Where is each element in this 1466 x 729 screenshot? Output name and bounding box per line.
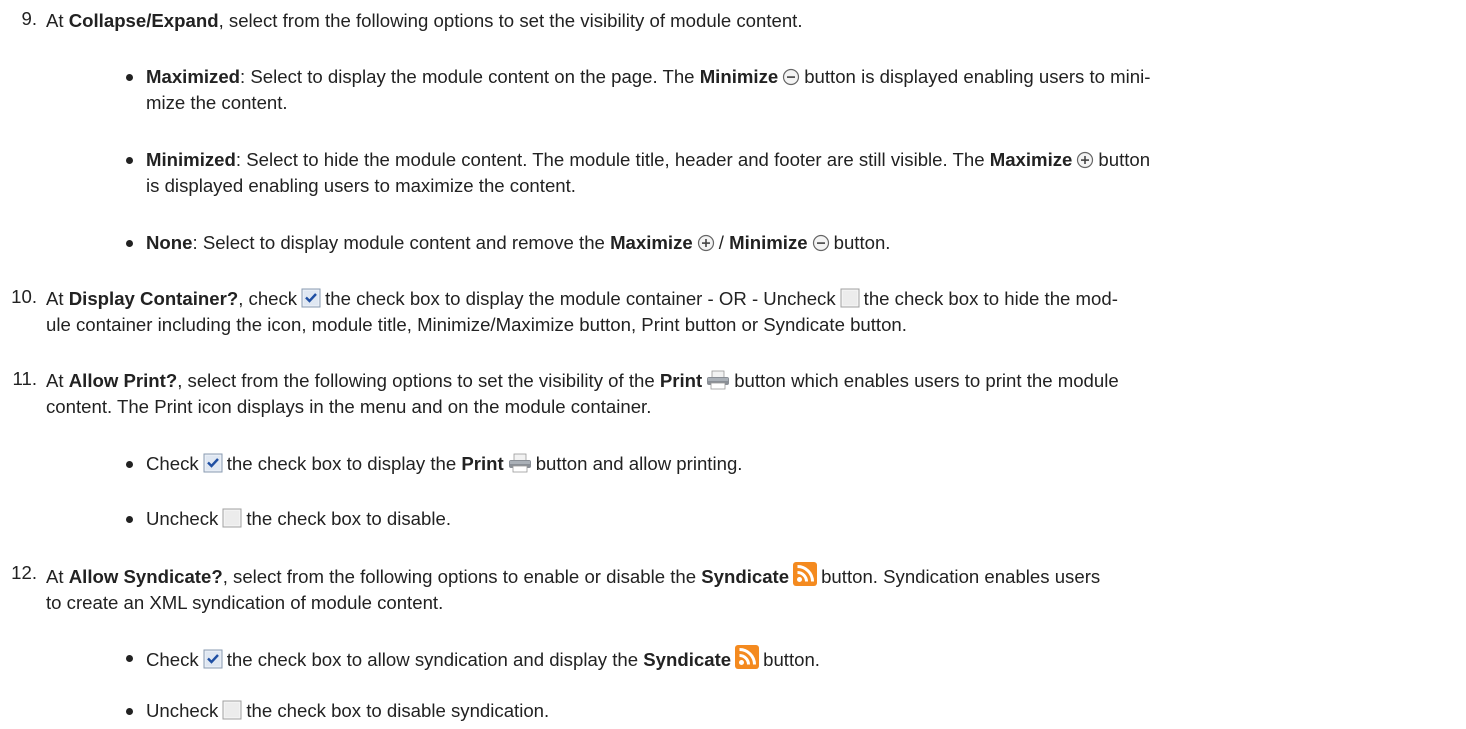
text-run: is displayed enabling users to maximize …	[146, 175, 576, 197]
bold-term: Allow Print?	[68, 370, 178, 391]
step-text: At Display Container?, check the check bo…	[46, 286, 1450, 338]
bullet-dot	[126, 240, 133, 247]
maximize-icon	[1076, 151, 1094, 169]
bold-term: Maximized	[146, 66, 241, 87]
bullet-text: None: Select to display module content a…	[146, 230, 1446, 256]
print-icon	[706, 370, 730, 390]
rss-icon	[735, 645, 760, 669]
text-run: : Select to hide the module content. The…	[235, 149, 990, 170]
instruction-document: 9. At Collapse/Expand, select from the f…	[0, 0, 1466, 729]
bold-term: Syndicate	[701, 566, 790, 587]
bullet-dot	[126, 655, 133, 662]
step-text: At Allow Print?, select from the followi…	[46, 368, 1450, 420]
step-number: 12.	[11, 562, 37, 583]
checkbox-checked-icon	[301, 288, 321, 308]
text-run: , select from the following options to s…	[177, 370, 660, 391]
text-run: to create an XML syndication of module c…	[46, 592, 444, 614]
bullet-dot	[126, 461, 133, 468]
step-text: At Allow Syndicate?, select from the fol…	[46, 562, 1450, 616]
bullet-text: Check the check box to allow syndication …	[146, 645, 1446, 673]
text-run: : Select to display module content and r…	[192, 232, 611, 253]
bold-term: Print	[461, 453, 504, 474]
bold-term: Print	[659, 370, 703, 391]
bullet-text: Uncheck the check box to disable.	[146, 506, 1446, 532]
bullet-text: Minimized: Select to hide the module con…	[146, 147, 1446, 199]
bold-term: Syndicate	[643, 649, 732, 670]
bullet-dot	[126, 516, 133, 523]
rss-icon	[793, 562, 818, 586]
text-run: Uncheck	[146, 700, 219, 721]
text-run: , select from the following options to e…	[222, 566, 702, 587]
step-number: 11.	[12, 368, 37, 389]
checkbox-checked-icon	[203, 649, 223, 669]
checkbox-unchecked-icon	[222, 508, 242, 528]
bold-term: Maximize	[989, 149, 1073, 170]
bold-term: Display Container?	[68, 288, 239, 309]
text-run: the check box to display the module cont…	[325, 288, 836, 309]
bullet-dot	[126, 74, 133, 81]
step-number: 10.	[11, 286, 37, 307]
text-run: At	[46, 370, 69, 391]
minimize-icon	[812, 234, 830, 252]
checkbox-unchecked-icon	[840, 288, 860, 308]
text-run: At	[46, 10, 69, 31]
text-run: At	[46, 288, 69, 309]
bold-term: None	[146, 232, 193, 253]
text-run: the check box to disable syndication.	[246, 700, 550, 721]
bold-term: Minimized	[146, 149, 236, 170]
bullet-text: Check the check box to display the Print b…	[146, 451, 1446, 477]
bold-term: Maximize	[610, 232, 693, 253]
text-run: the check box to display the	[226, 453, 462, 474]
bold-term: Collapse/Expand	[68, 10, 219, 31]
text-run: ule container including the icon, module…	[46, 314, 907, 336]
text-run: button	[1098, 149, 1151, 170]
text-run: button which enables users to print the …	[734, 370, 1119, 391]
bold-term: Minimize	[699, 66, 779, 87]
maximize-icon	[697, 234, 715, 252]
bullet-text: Maximized: Select to display the module …	[146, 64, 1446, 116]
text-run: content. The Print icon displays in the …	[46, 396, 652, 418]
text-run: Check	[146, 649, 199, 670]
text-run: button and allow printing.	[535, 453, 743, 474]
minimize-icon	[782, 68, 800, 86]
text-run: Check	[146, 453, 199, 474]
step-text: At Collapse/Expand, select from the foll…	[46, 8, 1450, 34]
text-run: Uncheck	[146, 508, 219, 529]
text-run: At	[46, 566, 69, 587]
text-run: mize the content.	[146, 92, 288, 114]
bold-term: Allow Syndicate?	[68, 566, 223, 587]
text-run: button is displayed enabling users to mi…	[804, 66, 1151, 87]
text-run: the check box to hide the mod-	[863, 288, 1118, 309]
step-number: 9.	[21, 8, 37, 29]
bullet-dot	[126, 708, 133, 715]
text-run: the check box to allow syndication and d…	[226, 649, 644, 670]
text-run: /	[718, 232, 730, 253]
text-run: button.	[833, 232, 891, 253]
text-run: , check	[238, 288, 298, 309]
bullet-text: Uncheck the check box to disable syndicat…	[146, 698, 1446, 724]
text-run: the check box to disable.	[246, 508, 452, 529]
bullet-dot	[126, 157, 133, 164]
bold-term: Minimize	[729, 232, 808, 253]
checkbox-checked-icon	[203, 453, 223, 473]
text-run: : Select to display the module content o…	[240, 66, 700, 87]
text-run: button. Syndication enables users	[821, 566, 1101, 587]
print-icon	[508, 453, 532, 473]
text-run: , select from the following options to s…	[218, 10, 803, 31]
text-run: button.	[763, 649, 820, 670]
checkbox-unchecked-icon	[222, 700, 242, 720]
